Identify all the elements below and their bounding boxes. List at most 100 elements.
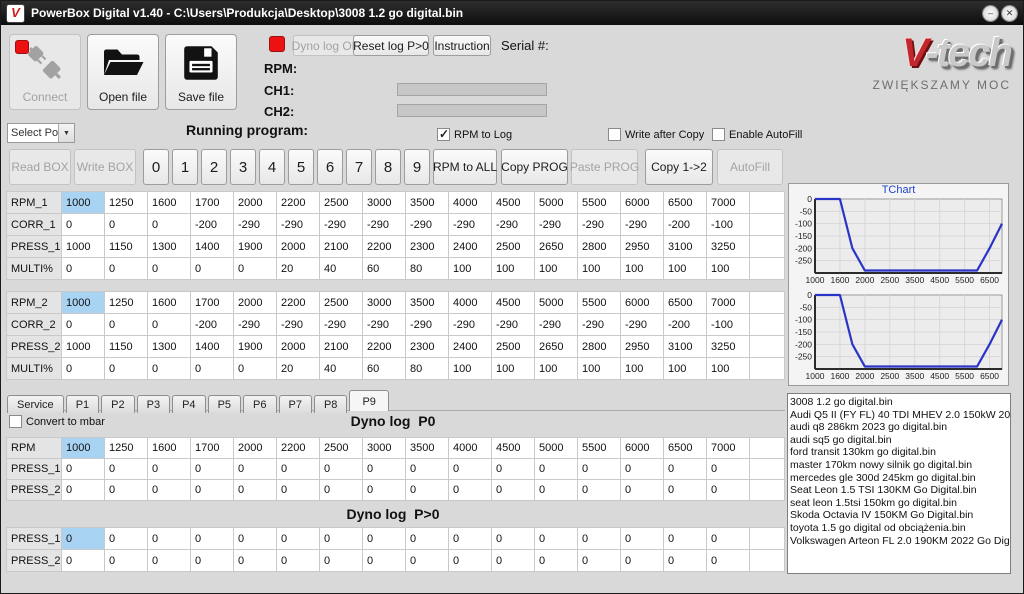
close-button[interactable]: ✕ xyxy=(1002,6,1017,21)
table-cell[interactable]: 1000 xyxy=(62,438,105,459)
instruction-button[interactable]: Instruction xyxy=(433,35,491,56)
table-cell[interactable]: 0 xyxy=(148,480,191,501)
table-cell[interactable]: 0 xyxy=(234,480,277,501)
table-cell[interactable]: 20 xyxy=(277,358,320,380)
table-cell[interactable]: 0 xyxy=(449,528,492,550)
table-cell[interactable]: 80 xyxy=(406,258,449,280)
table-cell[interactable]: 0 xyxy=(62,258,105,280)
table-cell[interactable]: 3100 xyxy=(664,336,707,358)
table-cell[interactable]: -200 xyxy=(191,214,234,236)
table-cell[interactable]: 3250 xyxy=(707,336,750,358)
table-cell[interactable]: 0 xyxy=(578,528,621,550)
table-cell[interactable]: -290 xyxy=(578,314,621,336)
table-cell[interactable]: 40 xyxy=(320,258,363,280)
table-cell[interactable]: 80 xyxy=(406,358,449,380)
table-cell[interactable]: 0 xyxy=(664,459,707,480)
table-cell[interactable]: 2100 xyxy=(320,336,363,358)
table-cell[interactable]: 100 xyxy=(449,358,492,380)
table-cell[interactable]: 5500 xyxy=(578,438,621,459)
paste-prog-button[interactable]: Paste PROG xyxy=(571,149,638,185)
table-cell[interactable]: 0 xyxy=(492,480,535,501)
table-cell[interactable]: 0 xyxy=(277,550,320,572)
table-cell[interactable]: 2200 xyxy=(363,236,406,258)
table-cell[interactable]: 0 xyxy=(535,480,578,501)
rpm-to-all-button[interactable]: RPM to ALL xyxy=(433,149,497,185)
table-cell[interactable]: 0 xyxy=(492,459,535,480)
table-cell[interactable]: 7000 xyxy=(707,192,750,214)
table-cell[interactable]: 2500 xyxy=(320,438,363,459)
table-cell[interactable]: 2200 xyxy=(363,336,406,358)
table-cell[interactable]: -200 xyxy=(664,314,707,336)
table-cell[interactable]: -290 xyxy=(621,214,664,236)
table-cell[interactable]: 0 xyxy=(148,358,191,380)
table-cell[interactable]: 1400 xyxy=(191,336,234,358)
table-cell[interactable]: 0 xyxy=(148,550,191,572)
table-cell[interactable]: 4000 xyxy=(449,192,492,214)
tab-p3[interactable]: P3 xyxy=(137,395,170,413)
table-cell[interactable]: 0 xyxy=(234,358,277,380)
table-cell[interactable]: 3500 xyxy=(406,438,449,459)
save-file-button[interactable]: Save file xyxy=(165,34,237,110)
write-after-copy-checkbox[interactable]: Write after Copy xyxy=(608,128,704,141)
table-cell[interactable]: 4500 xyxy=(492,292,535,314)
table-cell[interactable]: 0 xyxy=(664,480,707,501)
file-list-item[interactable]: Audi Q5 II (FY FL) 40 TDI MHEV 2.0 150kW… xyxy=(790,409,1010,422)
copy-1-to-2-button[interactable]: Copy 1->2 xyxy=(645,149,713,185)
table-cell[interactable]: 6000 xyxy=(621,292,664,314)
table-cell[interactable]: 0 xyxy=(62,214,105,236)
table-cell[interactable]: 2800 xyxy=(578,236,621,258)
table-cell[interactable]: 1250 xyxy=(105,192,148,214)
table-cell[interactable]: 60 xyxy=(363,258,406,280)
table-cell[interactable]: 0 xyxy=(621,528,664,550)
table-cell[interactable]: 0 xyxy=(320,528,363,550)
table-cell[interactable]: -290 xyxy=(535,314,578,336)
table-cell[interactable]: 0 xyxy=(406,459,449,480)
table-cell[interactable]: 0 xyxy=(105,314,148,336)
program-digit-6[interactable]: 6 xyxy=(317,149,343,185)
program-digit-9[interactable]: 9 xyxy=(404,149,430,185)
table-cell[interactable]: 100 xyxy=(707,358,750,380)
table-cell[interactable]: 0 xyxy=(62,480,105,501)
file-list-item[interactable]: mercedes gle 300d 245km go digital.bin xyxy=(790,472,1010,485)
table-cell[interactable]: 2000 xyxy=(277,336,320,358)
table-cell[interactable]: 2500 xyxy=(320,292,363,314)
checkbox-box[interactable] xyxy=(608,128,621,141)
table-cell[interactable]: 0 xyxy=(105,459,148,480)
table-cell[interactable]: 5000 xyxy=(535,192,578,214)
table-cell[interactable]: 0 xyxy=(62,550,105,572)
tab-p9[interactable]: P9 xyxy=(349,390,388,411)
table-cell[interactable]: 1000 xyxy=(62,336,105,358)
tab-p1[interactable]: P1 xyxy=(66,395,99,413)
file-list-item[interactable]: toyota 1.5 go digital od obciążenia.bin xyxy=(790,522,1010,535)
dyno-log-on-button[interactable]: Dyno log ON xyxy=(293,35,359,56)
table-cell[interactable]: 1150 xyxy=(105,336,148,358)
table-cell[interactable]: 3000 xyxy=(363,192,406,214)
table-cell[interactable]: 0 xyxy=(148,528,191,550)
table-cell[interactable]: 2800 xyxy=(578,336,621,358)
table-cell[interactable]: 0 xyxy=(148,214,191,236)
file-list-item[interactable]: ford transit 130km go digital.bin xyxy=(790,446,1010,459)
connect-button[interactable]: Connect xyxy=(9,34,81,110)
checkbox-box[interactable] xyxy=(437,128,450,141)
table-cell[interactable]: 0 xyxy=(449,459,492,480)
table-cell[interactable]: 1300 xyxy=(148,236,191,258)
table-cell[interactable]: 3000 xyxy=(363,438,406,459)
file-list-item[interactable]: master 170km nowy silnik go digital.bin xyxy=(790,459,1010,472)
table-cell[interactable]: 0 xyxy=(105,214,148,236)
table-cell[interactable]: 1000 xyxy=(62,292,105,314)
table-cell[interactable]: 2950 xyxy=(621,336,664,358)
table-cell[interactable]: -290 xyxy=(320,214,363,236)
table-cell[interactable]: 1000 xyxy=(62,236,105,258)
copy-prog-button[interactable]: Copy PROG xyxy=(501,149,568,185)
table-cell[interactable]: -290 xyxy=(320,314,363,336)
table-cell[interactable]: 100 xyxy=(492,358,535,380)
tab-service[interactable]: Service xyxy=(7,395,64,413)
table-cell[interactable]: -290 xyxy=(492,314,535,336)
table-cell[interactable]: 1600 xyxy=(148,292,191,314)
program-digit-8[interactable]: 8 xyxy=(375,149,401,185)
table-cell[interactable]: 3500 xyxy=(406,192,449,214)
read-box-button[interactable]: Read BOX xyxy=(9,149,71,185)
table-cell[interactable]: 0 xyxy=(234,459,277,480)
table-cell[interactable]: -290 xyxy=(449,314,492,336)
table-cell[interactable]: 0 xyxy=(535,459,578,480)
